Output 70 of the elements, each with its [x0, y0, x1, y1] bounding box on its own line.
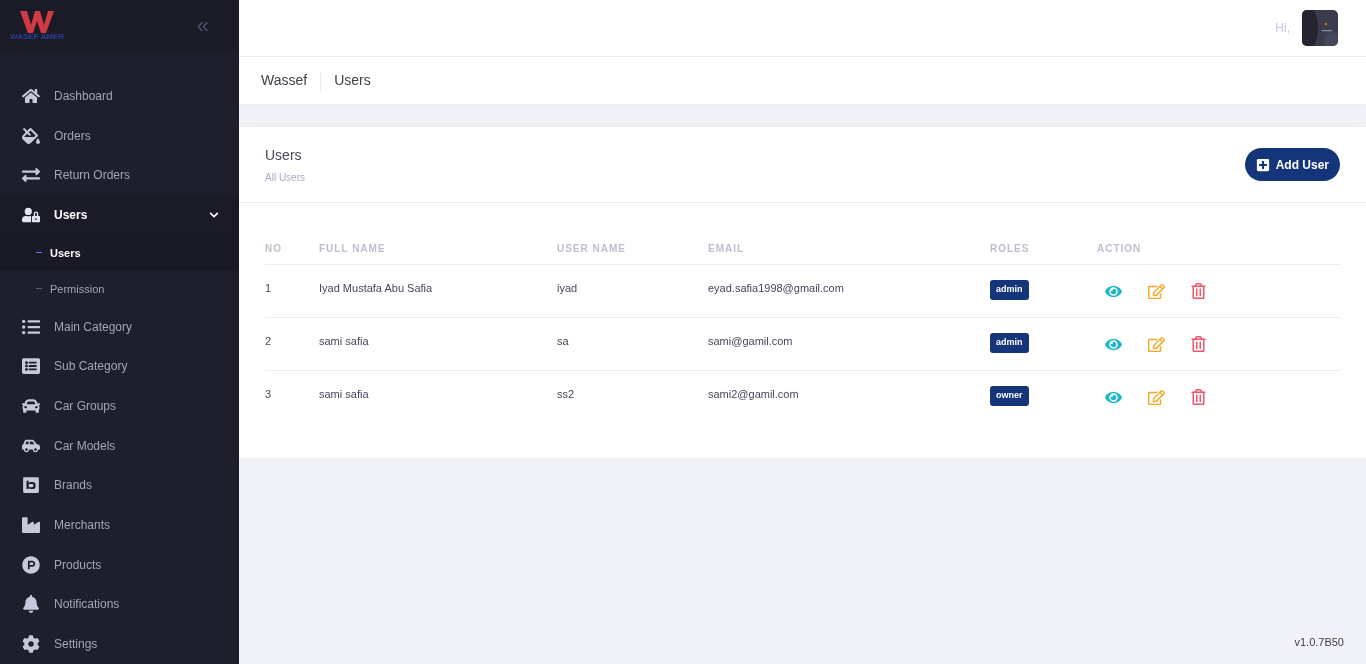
- sidebar-item[interactable]: Return Orders: [0, 155, 239, 196]
- plus-icon: [1255, 157, 1270, 172]
- square-letter-icon: [22, 476, 40, 495]
- role-badge: owner: [990, 386, 1029, 406]
- column-header: ACTION: [1097, 242, 1142, 254]
- table-cell: eyad.safia1998@gmail.com: [708, 282, 844, 294]
- list-icon: [22, 317, 40, 336]
- trash-icon: [1191, 336, 1206, 352]
- role-badge: admin: [990, 333, 1029, 353]
- table-cell: 3: [265, 388, 272, 400]
- bell-icon: [22, 595, 40, 614]
- sidebar-item[interactable]: Main Category: [0, 306, 239, 347]
- table-cell: sami@gamil.com: [708, 335, 793, 347]
- sidebar-item[interactable]: Car Models: [0, 425, 239, 466]
- edit-button[interactable]: [1148, 335, 1165, 353]
- delete-button[interactable]: [1191, 283, 1206, 299]
- column-header: ROLES: [990, 242, 1030, 254]
- logo-text: WASEF AMER: [10, 33, 64, 42]
- column-header: NO: [265, 242, 282, 254]
- sidebar-item[interactable]: Brands: [0, 465, 239, 506]
- trash-icon: [1191, 389, 1206, 405]
- sidebar-item[interactable]: Products: [0, 544, 239, 585]
- greeting: Hi,: [1275, 20, 1290, 37]
- table-cell: Iyad Mustafa Abu Safia: [319, 282, 433, 294]
- card-title: Users: [265, 145, 303, 165]
- sidebar-item[interactable]: Notifications: [0, 584, 239, 625]
- column-header: EMAIL: [708, 242, 745, 254]
- user-lock-icon: [22, 205, 40, 224]
- sidebar-item[interactable]: Dashboard: [0, 76, 239, 116]
- list-box-icon: [22, 357, 40, 376]
- breadcrumb-item[interactable]: Wassef: [261, 70, 308, 91]
- w-logo-icon: [20, 11, 54, 34]
- edit-icon: [1148, 282, 1165, 300]
- table-cell: iyad: [557, 282, 578, 294]
- table-cell: sami safia: [319, 388, 369, 400]
- edit-icon: [1148, 335, 1165, 353]
- sidebar-item[interactable]: Settings: [0, 624, 239, 664]
- column-header: USER NAME: [557, 242, 626, 254]
- car-icon: [22, 397, 40, 416]
- sidebar-item[interactable]: Car Groups: [0, 386, 239, 426]
- trash-icon: [1191, 283, 1206, 299]
- role-badge: admin: [990, 280, 1029, 300]
- circle-letter-icon: [22, 555, 40, 574]
- table-cell: ss2: [557, 388, 575, 400]
- add-user-button[interactable]: Add User: [1244, 148, 1340, 181]
- delete-button[interactable]: [1191, 389, 1206, 405]
- version-label: v1.0.7B50: [1294, 634, 1344, 650]
- dash-icon: [36, 288, 42, 290]
- sidebar-subitem[interactable]: Permission: [0, 270, 239, 307]
- table-cell: 2: [265, 335, 272, 347]
- card-subtitle: All Users: [265, 170, 305, 185]
- arrows-icon: [22, 166, 40, 185]
- breadcrumb-item: Users: [334, 71, 371, 90]
- paint-bucket-icon: [22, 126, 40, 145]
- column-header: FULL NAME: [319, 242, 386, 254]
- edit-button[interactable]: [1148, 388, 1165, 406]
- table-cell: sami2@gamil.com: [708, 388, 799, 400]
- edit-button[interactable]: [1148, 282, 1165, 300]
- edit-icon: [1148, 388, 1165, 406]
- table-cell: 1: [265, 282, 272, 294]
- sidebar-item[interactable]: Merchants: [0, 505, 239, 545]
- table-cell: sami safia: [319, 335, 369, 347]
- factory-icon: [22, 516, 40, 535]
- sidebar-item[interactable]: Sub Category: [0, 346, 239, 387]
- home-icon: [22, 86, 40, 105]
- table-cell: sa: [557, 335, 569, 347]
- sidebar-item[interactable]: Orders: [0, 115, 239, 156]
- settings-icon: [22, 635, 40, 654]
- delete-button[interactable]: [1191, 336, 1206, 352]
- dash-icon: [36, 252, 42, 254]
